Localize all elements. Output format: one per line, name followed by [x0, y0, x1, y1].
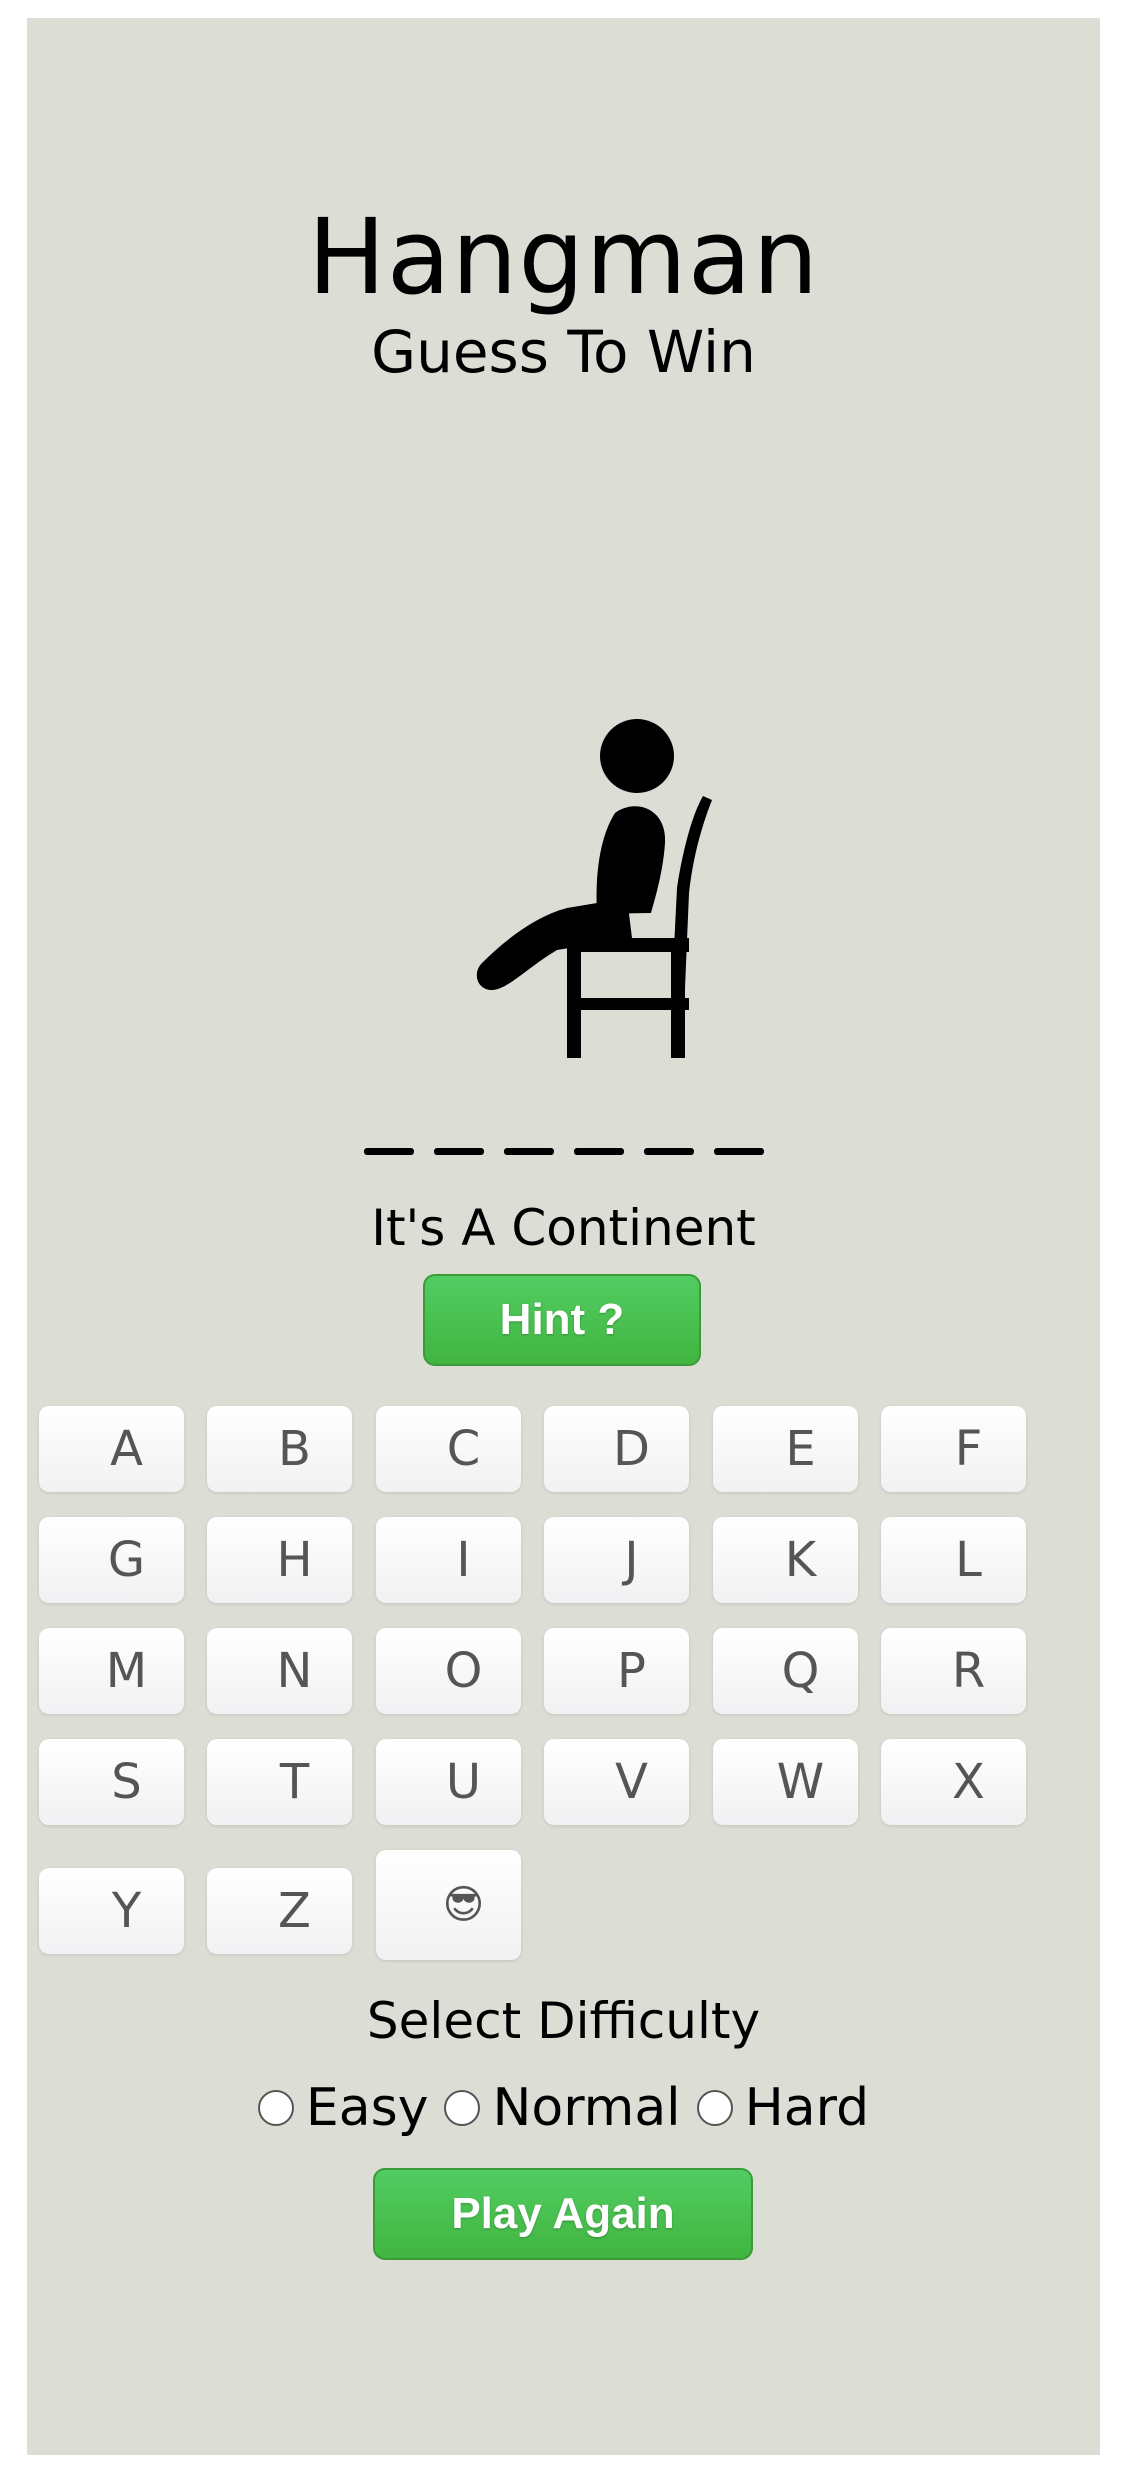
key-q[interactable]: Q: [713, 1628, 858, 1714]
normal-radio[interactable]: [444, 2090, 481, 2126]
emoji-key[interactable]: 😎: [376, 1850, 521, 1960]
easy-label: Easy: [305, 2078, 429, 2138]
key-c[interactable]: C: [376, 1406, 521, 1492]
key-f[interactable]: F: [881, 1406, 1026, 1492]
key-d[interactable]: D: [544, 1406, 689, 1492]
key-z[interactable]: Z: [207, 1868, 352, 1954]
easy-radio[interactable]: [257, 2090, 294, 2126]
key-t[interactable]: T: [207, 1739, 352, 1825]
key-v[interactable]: V: [544, 1739, 689, 1825]
hint-button[interactable]: Hint ?: [423, 1274, 701, 1366]
key-b[interactable]: B: [207, 1406, 352, 1492]
difficulty-option-easy[interactable]: Easy: [257, 2078, 429, 2138]
key-x[interactable]: X: [881, 1739, 1026, 1825]
chair-rung: [567, 998, 689, 1010]
page-title: Hangman: [307, 196, 820, 318]
key-j[interactable]: J: [544, 1517, 689, 1603]
key-a[interactable]: A: [39, 1406, 184, 1492]
difficulty-option-normal[interactable]: Normal: [444, 2078, 681, 2138]
normal-label: Normal: [492, 2078, 681, 2138]
hard-label: Hard: [744, 2078, 870, 2138]
key-e[interactable]: E: [713, 1406, 858, 1492]
key-y[interactable]: Y: [39, 1868, 184, 1954]
letter-blank: [503, 1148, 554, 1155]
letter-blank: [713, 1148, 764, 1155]
difficulty-option-hard[interactable]: Hard: [696, 2078, 870, 2138]
key-n[interactable]: N: [207, 1628, 352, 1714]
key-m[interactable]: M: [39, 1628, 184, 1714]
page-subtitle: Guess To Win: [371, 318, 756, 386]
key-i[interactable]: I: [376, 1517, 521, 1603]
key-o[interactable]: O: [376, 1628, 521, 1714]
game-panel: Hangman Guess To Win It's A Continent Hi…: [27, 18, 1100, 2455]
chair-seat: [567, 938, 689, 952]
figure-torso: [596, 806, 666, 914]
letter-blank: [363, 1148, 414, 1155]
figure-head: [600, 719, 674, 793]
letter-blank: [433, 1148, 484, 1155]
key-g[interactable]: G: [39, 1517, 184, 1603]
play-again-button[interactable]: Play Again: [373, 2168, 753, 2260]
key-u[interactable]: U: [376, 1739, 521, 1825]
clue-text: It's A Continent: [371, 1199, 756, 1257]
sitting-figure-illustration: [476, 719, 712, 1058]
letter-blank: [643, 1148, 694, 1155]
letter-blank: [573, 1148, 624, 1155]
difficulty-label: Select Difficulty: [366, 1992, 761, 2050]
key-l[interactable]: L: [881, 1517, 1026, 1603]
key-h[interactable]: H: [207, 1517, 352, 1603]
key-r[interactable]: R: [881, 1628, 1026, 1714]
key-s[interactable]: S: [39, 1739, 184, 1825]
word-blanks: [27, 1148, 1100, 1155]
key-w[interactable]: W: [713, 1739, 858, 1825]
difficulty-options: Easy Normal Hard: [27, 2078, 1100, 2138]
key-k[interactable]: K: [713, 1517, 858, 1603]
hard-radio[interactable]: [696, 2090, 733, 2126]
key-p[interactable]: P: [544, 1628, 689, 1714]
